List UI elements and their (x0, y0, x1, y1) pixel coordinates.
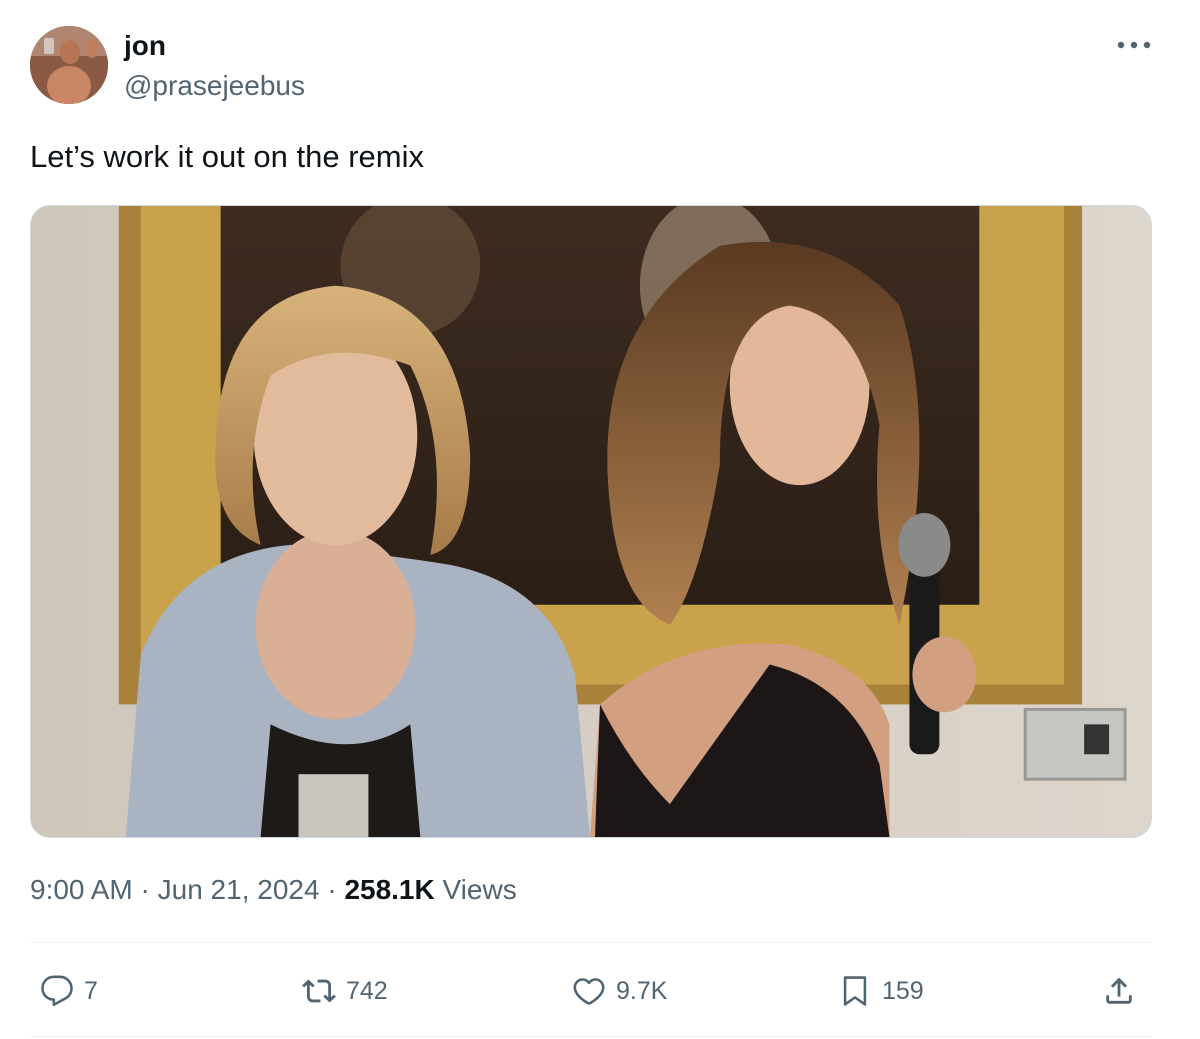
tweet: jon @prasejeebus Let’s work it out on th… (0, 0, 1200, 1039)
tweet-time[interactable]: 9:00 AM (30, 874, 133, 905)
meta-separator: · (319, 874, 345, 905)
more-dots-icon (1117, 41, 1151, 49)
views-count: 258.1K (344, 874, 435, 905)
avatar-image (30, 26, 108, 104)
bookmark-icon (843, 976, 867, 1006)
user-handle[interactable]: @prasejeebus (124, 70, 305, 102)
divider (30, 1036, 1152, 1037)
reply-icon (41, 975, 73, 1007)
bookmark-button[interactable]: 159 (838, 970, 924, 1012)
tweet-text: Let’s work it out on the remix (30, 139, 424, 174)
more-options-button[interactable] (1112, 30, 1156, 60)
meta-separator: · (132, 874, 158, 905)
share-icon (1106, 977, 1132, 1004)
heart-icon (573, 978, 605, 1005)
repost-icon (302, 979, 336, 1003)
like-count: 9.7K (616, 977, 668, 1005)
reply-button[interactable]: 7 (40, 970, 98, 1012)
display-name[interactable]: jon (124, 30, 166, 62)
repost-button[interactable]: 742 (302, 970, 388, 1012)
bookmark-count: 159 (882, 977, 924, 1005)
like-button[interactable]: 9.7K (572, 970, 667, 1012)
divider (30, 942, 1152, 943)
tweet-meta: 9:00 AM · Jun 21, 2024 · 258.1K Views (30, 872, 517, 908)
photo-two-women (31, 206, 1151, 837)
share-button[interactable] (1102, 970, 1136, 1012)
tweet-date[interactable]: Jun 21, 2024 (158, 874, 320, 905)
repost-count: 742 (346, 977, 388, 1005)
views-label: Views (434, 874, 517, 905)
tweet-media-image[interactable] (30, 205, 1152, 838)
reply-count: 7 (84, 977, 98, 1005)
avatar[interactable] (30, 26, 108, 104)
